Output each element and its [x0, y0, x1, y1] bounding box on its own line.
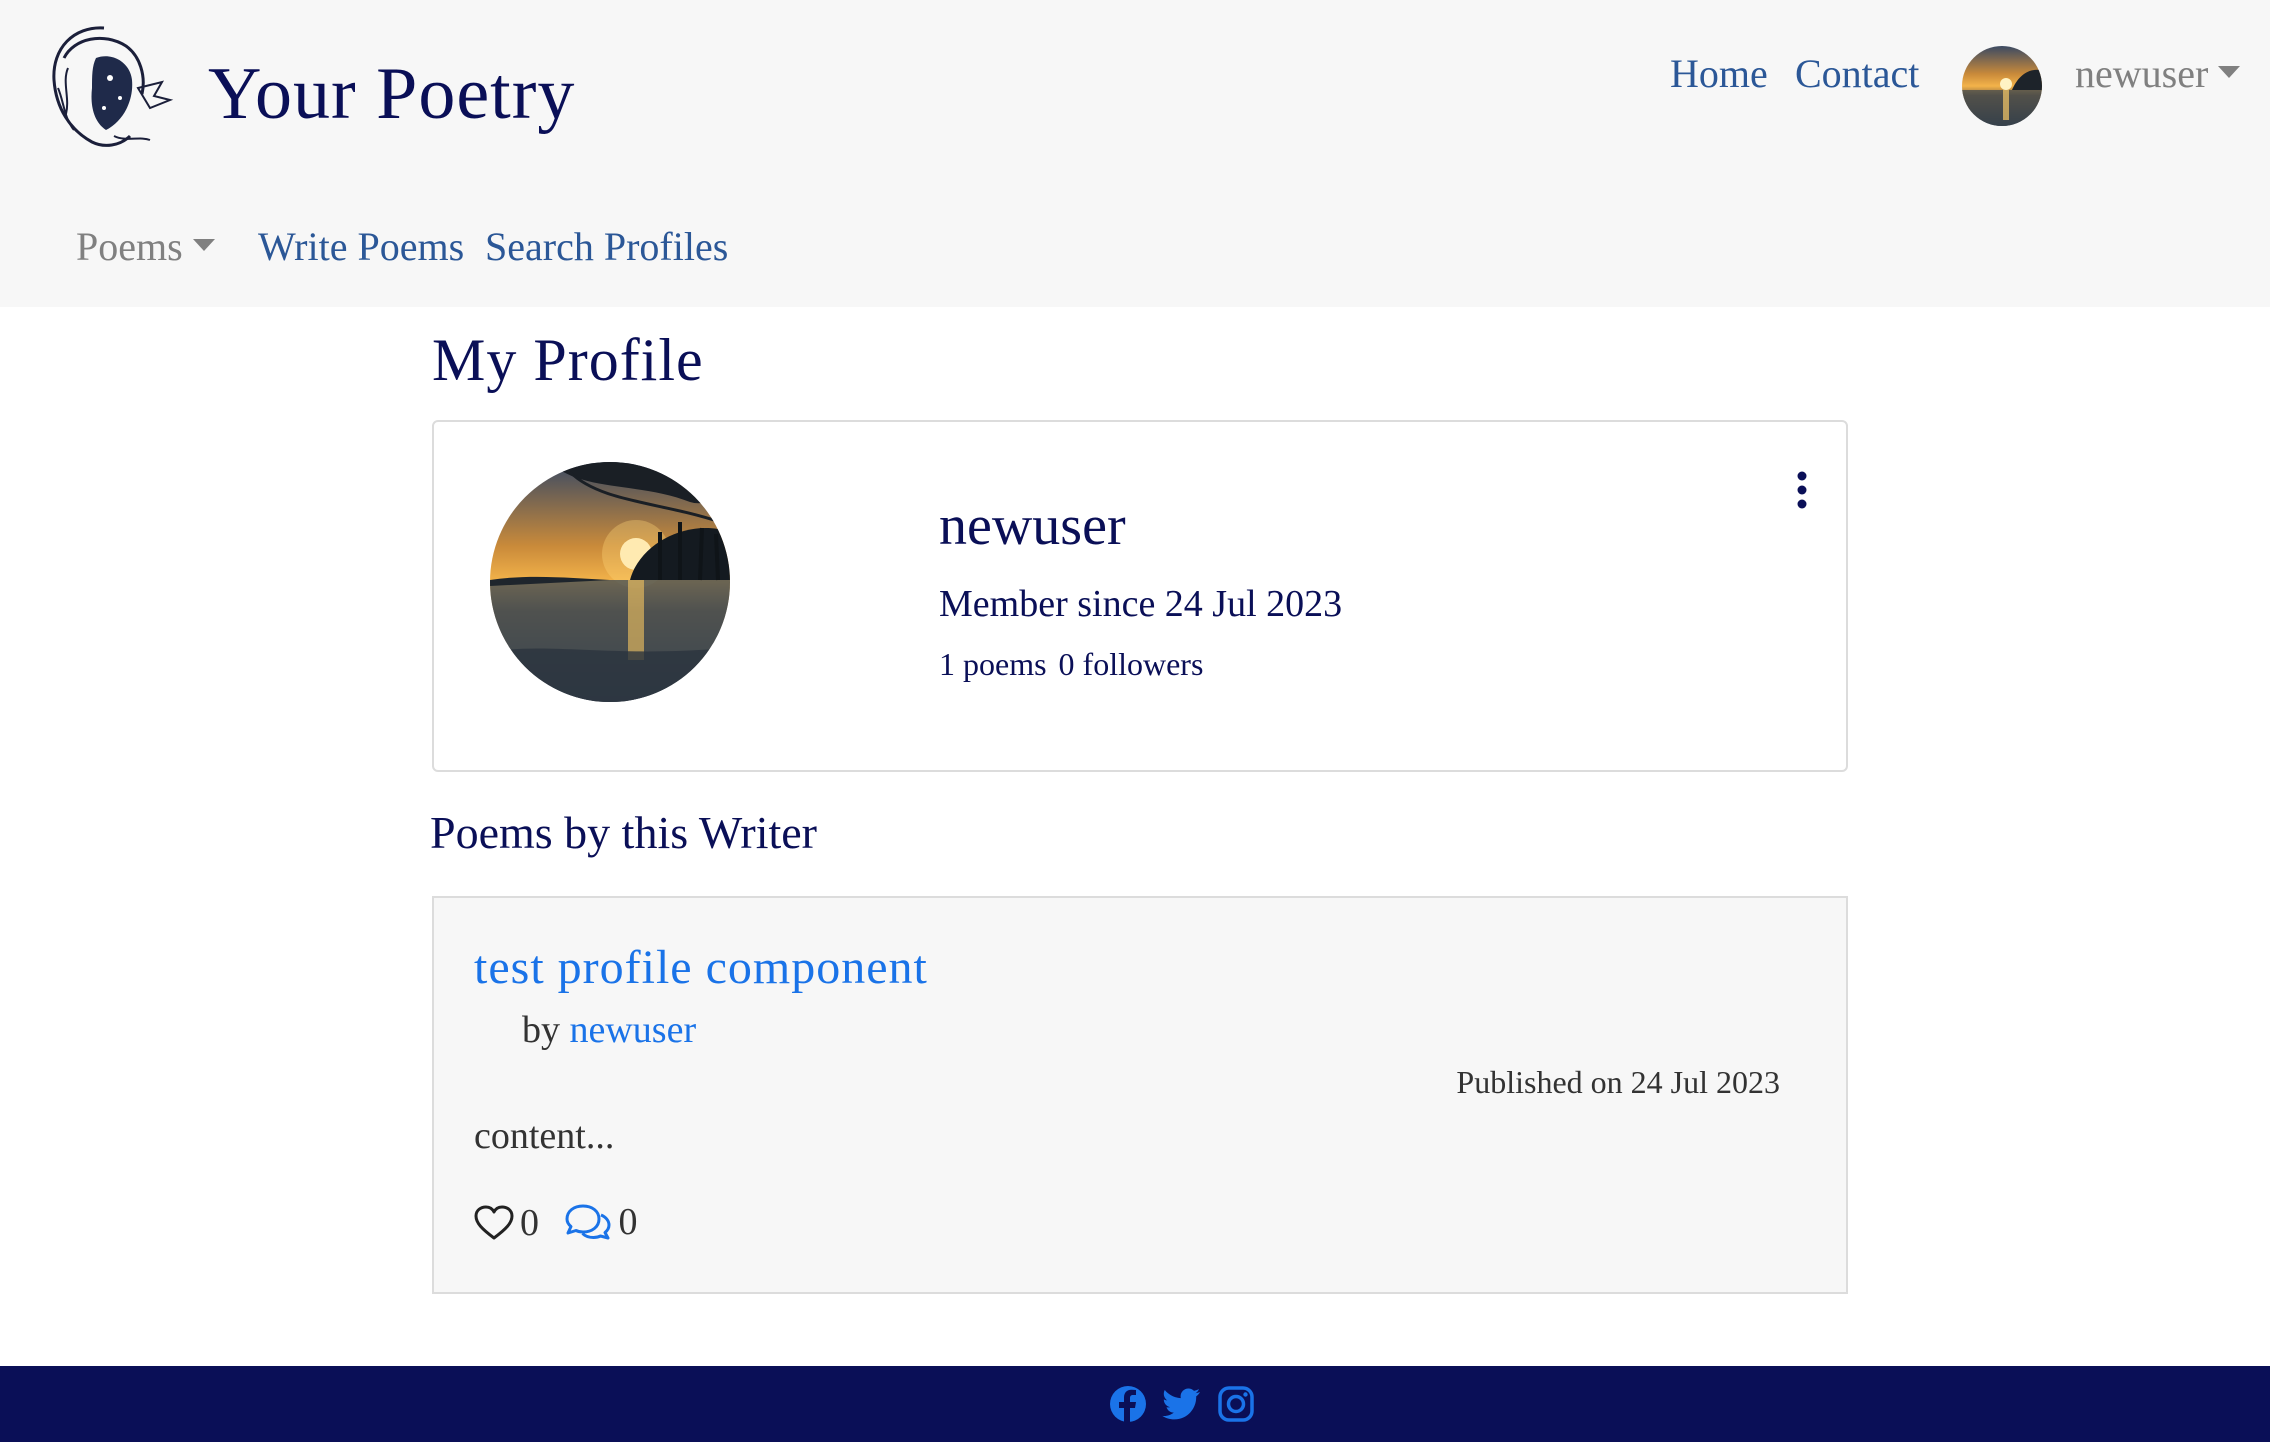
- caret-down-icon: [2218, 65, 2241, 78]
- heart-icon: [474, 1205, 514, 1240]
- poem-published-date: Published on 24 Jul 2023: [1456, 1064, 1780, 1100]
- twitter-icon[interactable]: [1162, 1384, 1202, 1424]
- poem-byline: by newuser: [522, 1008, 696, 1052]
- nav-write-poems-link[interactable]: Write Poems: [258, 223, 464, 270]
- followers-count: 0 followers: [1058, 646, 1204, 682]
- member-since: Member since 24 Jul 2023: [939, 583, 1343, 625]
- user-menu-label: newuser: [2075, 51, 2209, 96]
- footer: [0, 1366, 2270, 1442]
- like-count: 0: [520, 1202, 539, 1244]
- poem-content: content...: [474, 1115, 615, 1157]
- navbar: Your Poetry Home Contact newuser Poems W…: [0, 0, 2270, 307]
- user-avatar[interactable]: [1962, 46, 2042, 126]
- comments-button[interactable]: 0: [563, 1200, 638, 1244]
- comments-icon: [565, 1204, 610, 1240]
- poem-title-link[interactable]: test profile component: [474, 940, 928, 995]
- nav-search-profiles-link[interactable]: Search Profiles: [485, 223, 728, 270]
- poems-section-title: Poems by this Writer: [430, 807, 818, 858]
- profile-name: newuser: [939, 495, 1126, 557]
- profile-stats: 1 poems 0 followers: [939, 646, 1215, 683]
- like-button[interactable]: 0: [474, 1201, 539, 1245]
- profile-card: newuser Member since 24 Jul 2023 1 poems…: [432, 420, 1848, 772]
- poems-dropdown-label: Poems: [76, 224, 183, 269]
- profile-avatar: [490, 462, 730, 702]
- instagram-icon[interactable]: [1216, 1384, 1256, 1424]
- brand-title[interactable]: Your Poetry: [208, 52, 575, 137]
- page-title: My Profile: [432, 327, 704, 393]
- poems-dropdown[interactable]: Poems: [76, 223, 215, 270]
- poet-face-logo[interactable]: [34, 18, 174, 152]
- poems-count: 1 poems: [939, 646, 1047, 682]
- poem-actions: 0 0: [474, 1200, 652, 1244]
- nav-home-link[interactable]: Home: [1670, 50, 1768, 97]
- caret-down-icon: [192, 238, 215, 251]
- poem-card: test profile component by newuser Publis…: [432, 896, 1848, 1294]
- user-menu-dropdown[interactable]: newuser: [2075, 50, 2241, 97]
- nav-contact-link[interactable]: Contact: [1795, 50, 1919, 97]
- comment-count: 0: [618, 1201, 638, 1243]
- more-options-icon[interactable]: [1792, 470, 1812, 510]
- poem-author-link[interactable]: newuser: [570, 1009, 697, 1051]
- facebook-icon[interactable]: [1108, 1384, 1148, 1424]
- by-label: by: [522, 1009, 560, 1051]
